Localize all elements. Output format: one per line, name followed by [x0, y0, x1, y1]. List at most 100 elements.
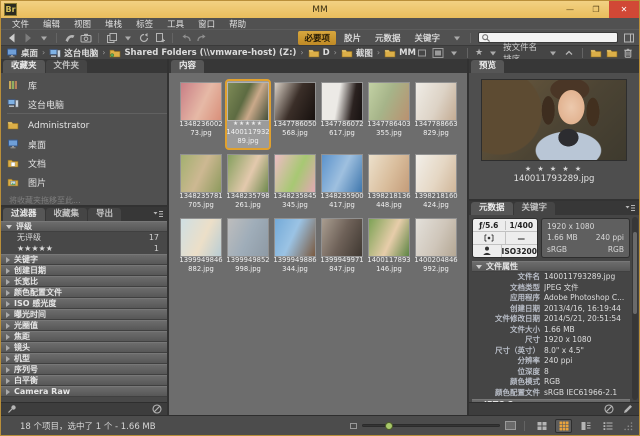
lock-grid-view-button[interactable] — [533, 419, 550, 433]
filter-section-collapsed[interactable]: Camera Raw — [1, 386, 167, 397]
filter-section-collapsed[interactable]: 创建日期 — [1, 265, 167, 276]
thumbnail-selected[interactable]: ★★★★★140011793289.jpg — [225, 79, 271, 150]
thumbnail-larger-icon[interactable] — [505, 421, 516, 430]
thumbnail[interactable]: 1400117893146.jpg — [366, 215, 412, 278]
tab-content[interactable]: 内容 — [171, 60, 204, 73]
thumbnail[interactable]: 1347786050568.jpg — [272, 79, 318, 150]
thumbnail[interactable]: 1347786072617.jpg — [319, 79, 365, 150]
rating-caret-icon[interactable] — [487, 47, 499, 59]
tab-preview[interactable]: 预览 — [471, 60, 504, 73]
output-icon[interactable] — [153, 32, 166, 44]
workspace-tab[interactable]: 元数据 — [369, 31, 407, 45]
new-folder-icon[interactable] — [606, 47, 618, 59]
sort-ascending-icon[interactable] — [563, 47, 575, 59]
filter-section-collapsed[interactable]: 机型 — [1, 353, 167, 364]
filter-section-collapsed[interactable]: 镜头 — [1, 342, 167, 353]
filter-section-collapsed[interactable]: 序列号 — [1, 364, 167, 375]
open-recent-folder-icon[interactable] — [590, 47, 602, 59]
thumbnail[interactable]: 1400204846992.jpg — [413, 215, 459, 278]
menu-item[interactable]: 编辑 — [36, 18, 67, 30]
menu-item[interactable]: 工具 — [160, 18, 191, 30]
view-grid-icon[interactable] — [432, 47, 444, 59]
sort-caret-icon[interactable] — [547, 47, 559, 59]
back-icon[interactable] — [5, 32, 18, 44]
tab-favorites-tab[interactable]: 文件夹 — [46, 60, 88, 73]
thumbnail[interactable]: 134823600273.jpg — [178, 79, 224, 150]
menu-item[interactable]: 标签 — [129, 18, 160, 30]
rotate-left-icon[interactable] — [179, 32, 192, 44]
filter-section-collapsed[interactable]: 长宽比 — [1, 276, 167, 287]
cancel-metadata-icon[interactable] — [602, 403, 615, 415]
filter-value-row[interactable]: ★★★★★1 — [1, 243, 167, 254]
favorites-item[interactable]: 文档 — [7, 154, 167, 173]
scrollbar-thumb[interactable] — [633, 232, 637, 314]
menu-item[interactable]: 堆栈 — [98, 18, 129, 30]
trash-icon[interactable] — [622, 47, 634, 59]
metadata-scrollbar[interactable] — [632, 217, 638, 400]
menu-item[interactable]: 文件 — [5, 18, 36, 30]
thumbnail[interactable]: 1399949852998.jpg — [225, 215, 271, 278]
thumbnail[interactable]: 1348235845345.jpg — [272, 151, 318, 214]
thumbnail[interactable]: 1348235781705.jpg — [178, 151, 224, 214]
tab-metadata-active[interactable]: 元数据 — [471, 202, 513, 215]
thumbnail-smaller-icon[interactable] — [350, 423, 357, 429]
favorites-item[interactable]: 这台电脑 — [7, 95, 167, 114]
filter-value-row[interactable]: 无评级17 — [1, 232, 167, 243]
clear-filter-icon[interactable] — [150, 403, 163, 415]
filter-section-collapsed[interactable]: ISO 感光度 — [1, 298, 167, 309]
breadcrumb-item[interactable]: MM — [384, 47, 416, 59]
menu-item[interactable]: 窗口 — [191, 18, 222, 30]
breadcrumb-item[interactable]: 截图 — [341, 47, 373, 59]
list-view-button[interactable] — [599, 419, 616, 433]
view-caret-icon[interactable] — [448, 47, 460, 59]
thumbnail-size-slider[interactable] — [362, 424, 500, 427]
filter-section-collapsed[interactable]: 曝光时间 — [1, 309, 167, 320]
breadcrumb-item[interactable]: 桌面 — [6, 47, 38, 59]
get-photos-icon[interactable] — [105, 32, 118, 44]
minimize-button[interactable]: — — [557, 1, 583, 18]
breadcrumb-item[interactable]: Shared Folders (\\vmware-host) (Z:) — [109, 47, 296, 59]
menu-item[interactable]: 视图 — [67, 18, 98, 30]
filter-section-collapsed[interactable]: 关键字 — [1, 254, 167, 265]
filter-section-rating[interactable]: 评级 — [1, 221, 167, 232]
recent-caret-icon[interactable] — [37, 32, 50, 44]
favorites-item[interactable]: 桌面 — [7, 135, 167, 154]
workspace-tab[interactable]: 胶片 — [338, 31, 367, 45]
panel-menu-icon[interactable] — [151, 209, 165, 219]
breadcrumb-item[interactable]: 这台电脑 — [49, 47, 98, 59]
tab-filter-tab[interactable]: 导出 — [88, 208, 121, 221]
favorites-item[interactable]: 库 — [7, 76, 167, 95]
filter-section-collapsed[interactable]: 白平衡 — [1, 375, 167, 386]
resize-grip-icon[interactable] — [621, 420, 634, 432]
filter-rating-icon[interactable]: ★ — [475, 48, 483, 58]
thumbnail[interactable]: 1348235900417.jpg — [319, 151, 365, 214]
tab-filter-tab[interactable]: 收藏集 — [46, 208, 88, 221]
refresh-icon[interactable] — [137, 32, 150, 44]
filter-section-collapsed[interactable]: 光圈值 — [1, 320, 167, 331]
keep-filter-pin-icon[interactable] — [5, 403, 18, 415]
refine-caret-icon[interactable] — [121, 32, 134, 44]
thumbnail[interactable]: 1399949971847.jpg — [319, 215, 365, 278]
filter-section-collapsed[interactable]: 焦距 — [1, 331, 167, 342]
breadcrumb-item[interactable]: D — [308, 47, 330, 59]
tab-favorites-active[interactable]: 收藏夹 — [3, 60, 45, 73]
tab-metadata-tab[interactable]: 关键字 — [514, 202, 556, 215]
thumbnail[interactable]: 1399949886344.jpg — [272, 215, 318, 278]
filter-section-collapsed[interactable]: 颜色配置文件 — [1, 287, 167, 298]
close-button[interactable]: ✕ — [609, 1, 639, 18]
camera-raw-icon[interactable] — [79, 32, 92, 44]
favorites-item[interactable]: 图片 — [7, 173, 167, 192]
workspace-tab[interactable]: 必要项 — [298, 31, 336, 45]
thumbnail[interactable]: 1399949846882.jpg — [178, 215, 224, 278]
apply-metadata-icon[interactable] — [621, 403, 634, 415]
favorites-item[interactable]: Administrator — [7, 116, 167, 135]
panel-menu-icon[interactable] — [623, 203, 637, 213]
boomerang-icon[interactable] — [63, 32, 76, 44]
preview-rating[interactable]: ★ ★ ★ ★ ★ — [525, 165, 583, 173]
tab-filter-active[interactable]: 过滤器 — [3, 208, 45, 221]
thumbnail-view-button[interactable] — [555, 419, 572, 433]
metadata-section-collapsed[interactable]: IPTC Core — [472, 399, 630, 402]
view-filmstrip-icon[interactable] — [416, 47, 428, 59]
menu-item[interactable]: 帮助 — [222, 18, 253, 30]
forward-icon[interactable] — [21, 32, 34, 44]
